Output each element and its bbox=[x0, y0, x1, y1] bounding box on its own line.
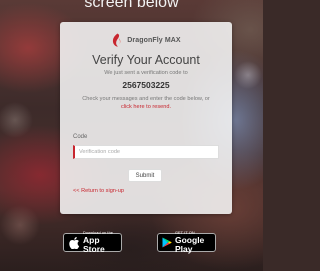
sent-text: We just sent a verification code to bbox=[104, 70, 188, 76]
instructions-body: Check your messages and enter the code b… bbox=[82, 96, 210, 102]
phone-number: 2567503225 bbox=[122, 80, 170, 90]
brand-header: DragonFly MAX bbox=[60, 33, 232, 47]
instructions-text: Check your messages and enter the code b… bbox=[82, 95, 210, 111]
google-play-icon bbox=[162, 237, 172, 248]
app-store-badge[interactable]: Download on the App Store bbox=[63, 231, 122, 254]
return-to-signup-link[interactable]: << Return to sign-up bbox=[73, 188, 124, 194]
verify-card: DragonFly MAX Verify Your Account We jus… bbox=[60, 22, 232, 214]
google-play-name: Google Play bbox=[175, 235, 205, 254]
brand-name: DragonFly MAX bbox=[127, 36, 181, 44]
google-play-badge[interactable]: GET IT ON Google Play bbox=[157, 231, 216, 254]
app-store-name: App Store bbox=[83, 235, 105, 254]
caption-text: screen below bbox=[84, 0, 179, 11]
page-title: Verify Your Account bbox=[92, 53, 200, 67]
apple-logo-icon bbox=[69, 236, 80, 249]
dragonfly-logo-icon bbox=[113, 33, 121, 47]
submit-button[interactable]: Submit bbox=[128, 169, 162, 182]
code-label: Code bbox=[73, 134, 88, 140]
resend-link[interactable]: click here to resend. bbox=[121, 104, 171, 110]
verification-code-input[interactable] bbox=[73, 145, 219, 159]
